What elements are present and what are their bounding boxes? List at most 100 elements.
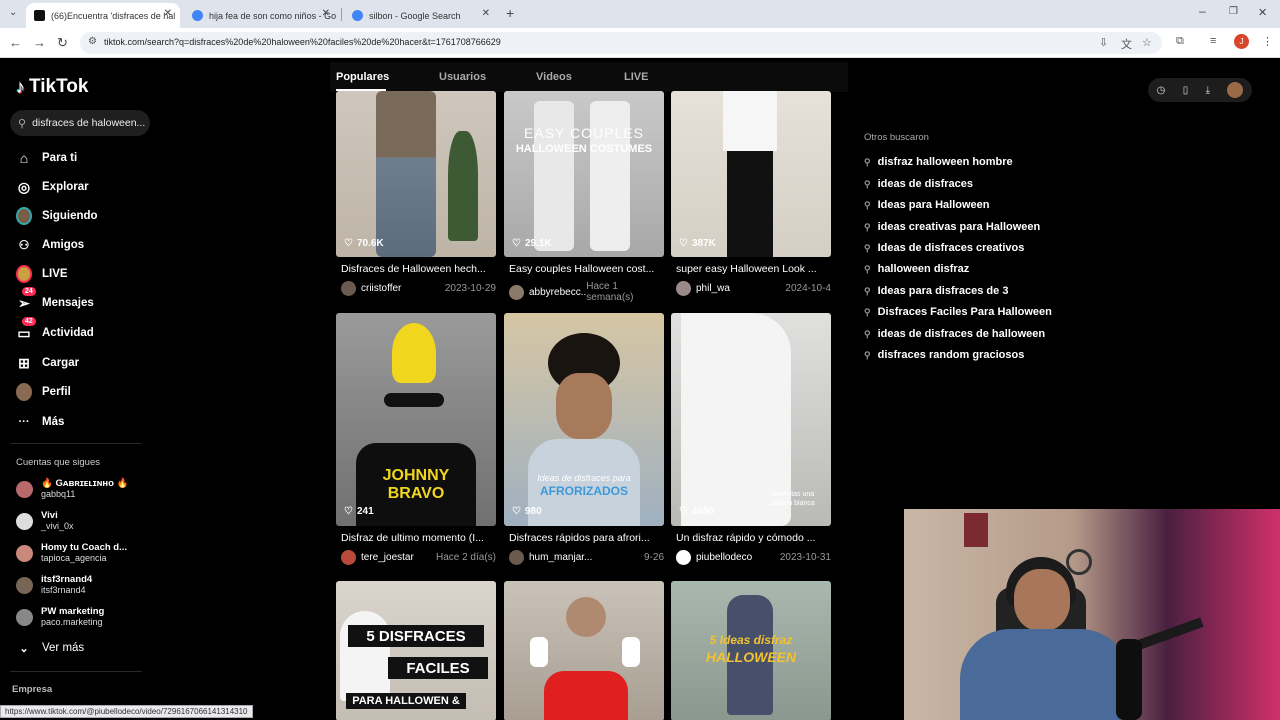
nav-item-mensajes[interactable]: ➢ 24 Mensajes xyxy=(16,287,94,314)
suggestion-item[interactable]: ⚲ ideas de disfraces xyxy=(864,178,973,190)
video-card[interactable]: JOHNNY BRAVO ♡ 241 Disfraz de ultimo mome… xyxy=(336,313,496,567)
nav-label: Siguiendo xyxy=(42,210,98,222)
suggestion-item[interactable]: ⚲ disfraces random graciosos xyxy=(864,349,1024,361)
followed-account[interactable]: itsf3rnand4 itsf3rnand4 xyxy=(16,570,92,600)
nav-item-live[interactable]: LIVE xyxy=(16,263,68,285)
followed-account[interactable]: PW marketing paco.marketing xyxy=(16,602,104,632)
tab-populares[interactable]: Populares xyxy=(336,71,389,83)
video-thumbnail[interactable]: EASY COUPLES HALLOWEEN COSTUMES xyxy=(504,91,664,257)
close-icon[interactable]: ✕ xyxy=(482,8,490,19)
suggestion-item[interactable]: ⚲ Ideas para Halloween xyxy=(864,199,989,211)
video-thumbnail[interactable]: 5 Ideas disfraz HALLOWEEN xyxy=(671,581,831,720)
video-thumbnail[interactable] xyxy=(504,581,664,720)
search-input[interactable]: ⚲ disfraces de haloween... xyxy=(10,110,150,136)
video-thumbnail[interactable]: JOHNNY BRAVO xyxy=(336,313,496,526)
browser-tab-active[interactable]: (66)Encuentra 'disfraces de hal ✕ xyxy=(26,3,180,28)
author-name[interactable]: hum_manjar... xyxy=(529,552,592,563)
suggestion-item[interactable]: ⚲ ideas creativas para Halloween xyxy=(864,221,1040,233)
suggestion-item[interactable]: ⚲ Ideas para disfraces de 3 xyxy=(864,285,1008,297)
reload-icon[interactable]: ↻ xyxy=(57,35,68,51)
video-card[interactable]: ♡ 70.6K Disfraces de Halloween hech... cr… xyxy=(336,91,496,299)
author-name[interactable]: piubellodeco xyxy=(696,552,752,563)
suggestion-item[interactable]: ⚲ halloween disfraz xyxy=(864,263,969,275)
site-info-icon[interactable]: ⚙ xyxy=(88,36,97,47)
tab-usuarios[interactable]: Usuarios xyxy=(439,71,486,83)
video-thumbnail[interactable]: 5 DISFRACES FACILES PARA HALLOWEN & xyxy=(336,581,496,720)
nav-item-actividad[interactable]: ▭ 42 Actividad xyxy=(16,317,94,344)
video-title[interactable]: Disfraces rápidos para afrori... xyxy=(509,532,664,544)
reading-list-icon[interactable]: ≡ xyxy=(1210,35,1216,47)
video-card[interactable]: ♡ 387K super easy Halloween Look ... phil… xyxy=(671,91,831,299)
close-icon[interactable]: ✕ xyxy=(164,8,172,19)
suggestion-item[interactable]: ⚲ disfraz halloween hombre xyxy=(864,156,1013,168)
tab-separator xyxy=(341,8,342,21)
video-meta: phil_wa 2024-10-4 xyxy=(676,281,831,296)
video-thumbnail[interactable]: Necesitas una sábana blanca xyxy=(671,313,831,526)
video-card[interactable]: Necesitas una sábana blanca ♡ 4690 Un dis… xyxy=(671,313,831,567)
nav-item-mas[interactable]: ··· Más xyxy=(16,411,65,433)
video-card[interactable]: 5 DISFRACES FACILES PARA HALLOWEN & xyxy=(336,581,496,720)
browser-tab[interactable]: silbon - Google Search ✕ xyxy=(344,3,498,28)
followed-account[interactable]: Homy tu Coach d... tapioca_agencia xyxy=(16,538,127,568)
face-figure xyxy=(556,373,612,439)
video-card[interactable]: EASY COUPLES HALLOWEEN COSTUMES ♡ 29.1K E… xyxy=(504,91,664,303)
suggestion-item[interactable]: ⚲ Disfraces Faciles Para Halloween xyxy=(864,306,1052,318)
profile-avatar[interactable]: J xyxy=(1234,34,1249,49)
tab-search-chevron-icon[interactable]: ⌄ xyxy=(9,7,17,18)
suggestion-item[interactable]: ⚲ Ideas de disfraces creativos xyxy=(864,242,1024,254)
omnibox[interactable]: ⚙ tiktok.com/search?q=disfraces%20de%20h… xyxy=(80,32,1162,54)
video-title[interactable]: Disfraces de Halloween hech... xyxy=(341,263,496,275)
video-thumbnail[interactable]: Ideas de disfraces para AFRORIZADOS xyxy=(504,313,664,526)
tiktok-logo[interactable]: ♪ TikTok xyxy=(16,76,88,98)
url-text[interactable]: tiktok.com/search?q=disfraces%20de%20hal… xyxy=(104,37,501,47)
install-app-icon[interactable]: ⇩ xyxy=(1099,36,1108,49)
device-icon[interactable]: ▯ xyxy=(1183,85,1189,96)
extensions-icon[interactable]: ⧉ xyxy=(1176,35,1184,48)
video-card[interactable]: 5 Ideas disfraz HALLOWEEN xyxy=(671,581,831,720)
author-name[interactable]: criistoffer xyxy=(361,283,401,294)
author-name[interactable]: phil_wa xyxy=(696,283,730,294)
video-title[interactable]: Un disfraz rápido y cómodo ... xyxy=(676,532,831,544)
nav-item-amigos[interactable]: ⚇ Amigos xyxy=(16,234,85,256)
nav-item-para-ti[interactable]: ⌂ Para ti xyxy=(16,147,77,169)
window-close-icon[interactable]: ✕ xyxy=(1258,6,1267,19)
suggestion-item[interactable]: ⚲ ideas de disfraces de halloween xyxy=(864,328,1045,340)
likes-value: 4690 xyxy=(691,506,715,517)
video-title[interactable]: Disfraz de ultimo momento (I... xyxy=(341,532,496,544)
nav-item-perfil[interactable]: Perfil xyxy=(16,381,71,403)
video-card[interactable]: Ideas de disfraces para AFRORIZADOS ♡ 980… xyxy=(504,313,664,567)
see-more-link[interactable]: ⌄ Ver más xyxy=(16,637,84,659)
empresa-link[interactable]: Empresa xyxy=(12,684,52,695)
bookmark-star-icon[interactable]: ☆ xyxy=(1142,36,1152,49)
video-thumbnail[interactable] xyxy=(671,91,831,257)
menu-kebab-icon[interactable]: ⋮ xyxy=(1262,35,1273,48)
author-name[interactable]: abbyrebecc.. xyxy=(529,287,586,298)
download-icon[interactable]: ⤓ xyxy=(1206,85,1210,96)
close-icon[interactable]: ✕ xyxy=(322,8,330,19)
forward-icon[interactable]: → xyxy=(33,35,46,50)
gauge-icon[interactable]: ◷ xyxy=(1157,85,1166,96)
video-title[interactable]: Easy couples Halloween cost... xyxy=(509,263,664,275)
video-thumbnail[interactable] xyxy=(336,91,496,257)
browser-tab[interactable]: hija fea de son como niños - Go ✕ xyxy=(184,3,338,28)
face-figure xyxy=(1014,569,1070,631)
tab-videos[interactable]: Videos xyxy=(536,71,572,83)
followed-account[interactable]: 🔥 Gᴀʙʀɪᴇʟɪɴʜᴏ 🔥 gabbq11 xyxy=(16,474,128,504)
restore-icon[interactable]: ❐ xyxy=(1229,6,1238,17)
video-card[interactable] xyxy=(504,581,664,720)
person-figure xyxy=(590,101,630,251)
back-icon[interactable]: ← xyxy=(9,35,22,50)
overlay-text: JOHNNY xyxy=(382,467,450,484)
translate-icon[interactable]: 文 xyxy=(1121,36,1132,52)
author-name[interactable]: tere_joestar xyxy=(361,552,414,563)
profile-avatar[interactable] xyxy=(1227,82,1244,98)
nav-item-explorar[interactable]: ◎ Explorar xyxy=(16,176,89,198)
nav-item-cargar[interactable]: ⊞ Cargar xyxy=(16,352,79,374)
tab-title: hija fea de son como niños - Go xyxy=(209,10,337,21)
new-tab-icon[interactable]: + xyxy=(506,5,514,21)
nav-item-siguiendo[interactable]: Siguiendo xyxy=(16,205,98,227)
minimize-icon[interactable]: – xyxy=(1199,4,1206,18)
followed-account[interactable]: Vivi _vivi_0x xyxy=(16,506,74,536)
video-title[interactable]: super easy Halloween Look ... xyxy=(676,263,831,275)
tab-live[interactable]: LIVE xyxy=(624,71,648,83)
